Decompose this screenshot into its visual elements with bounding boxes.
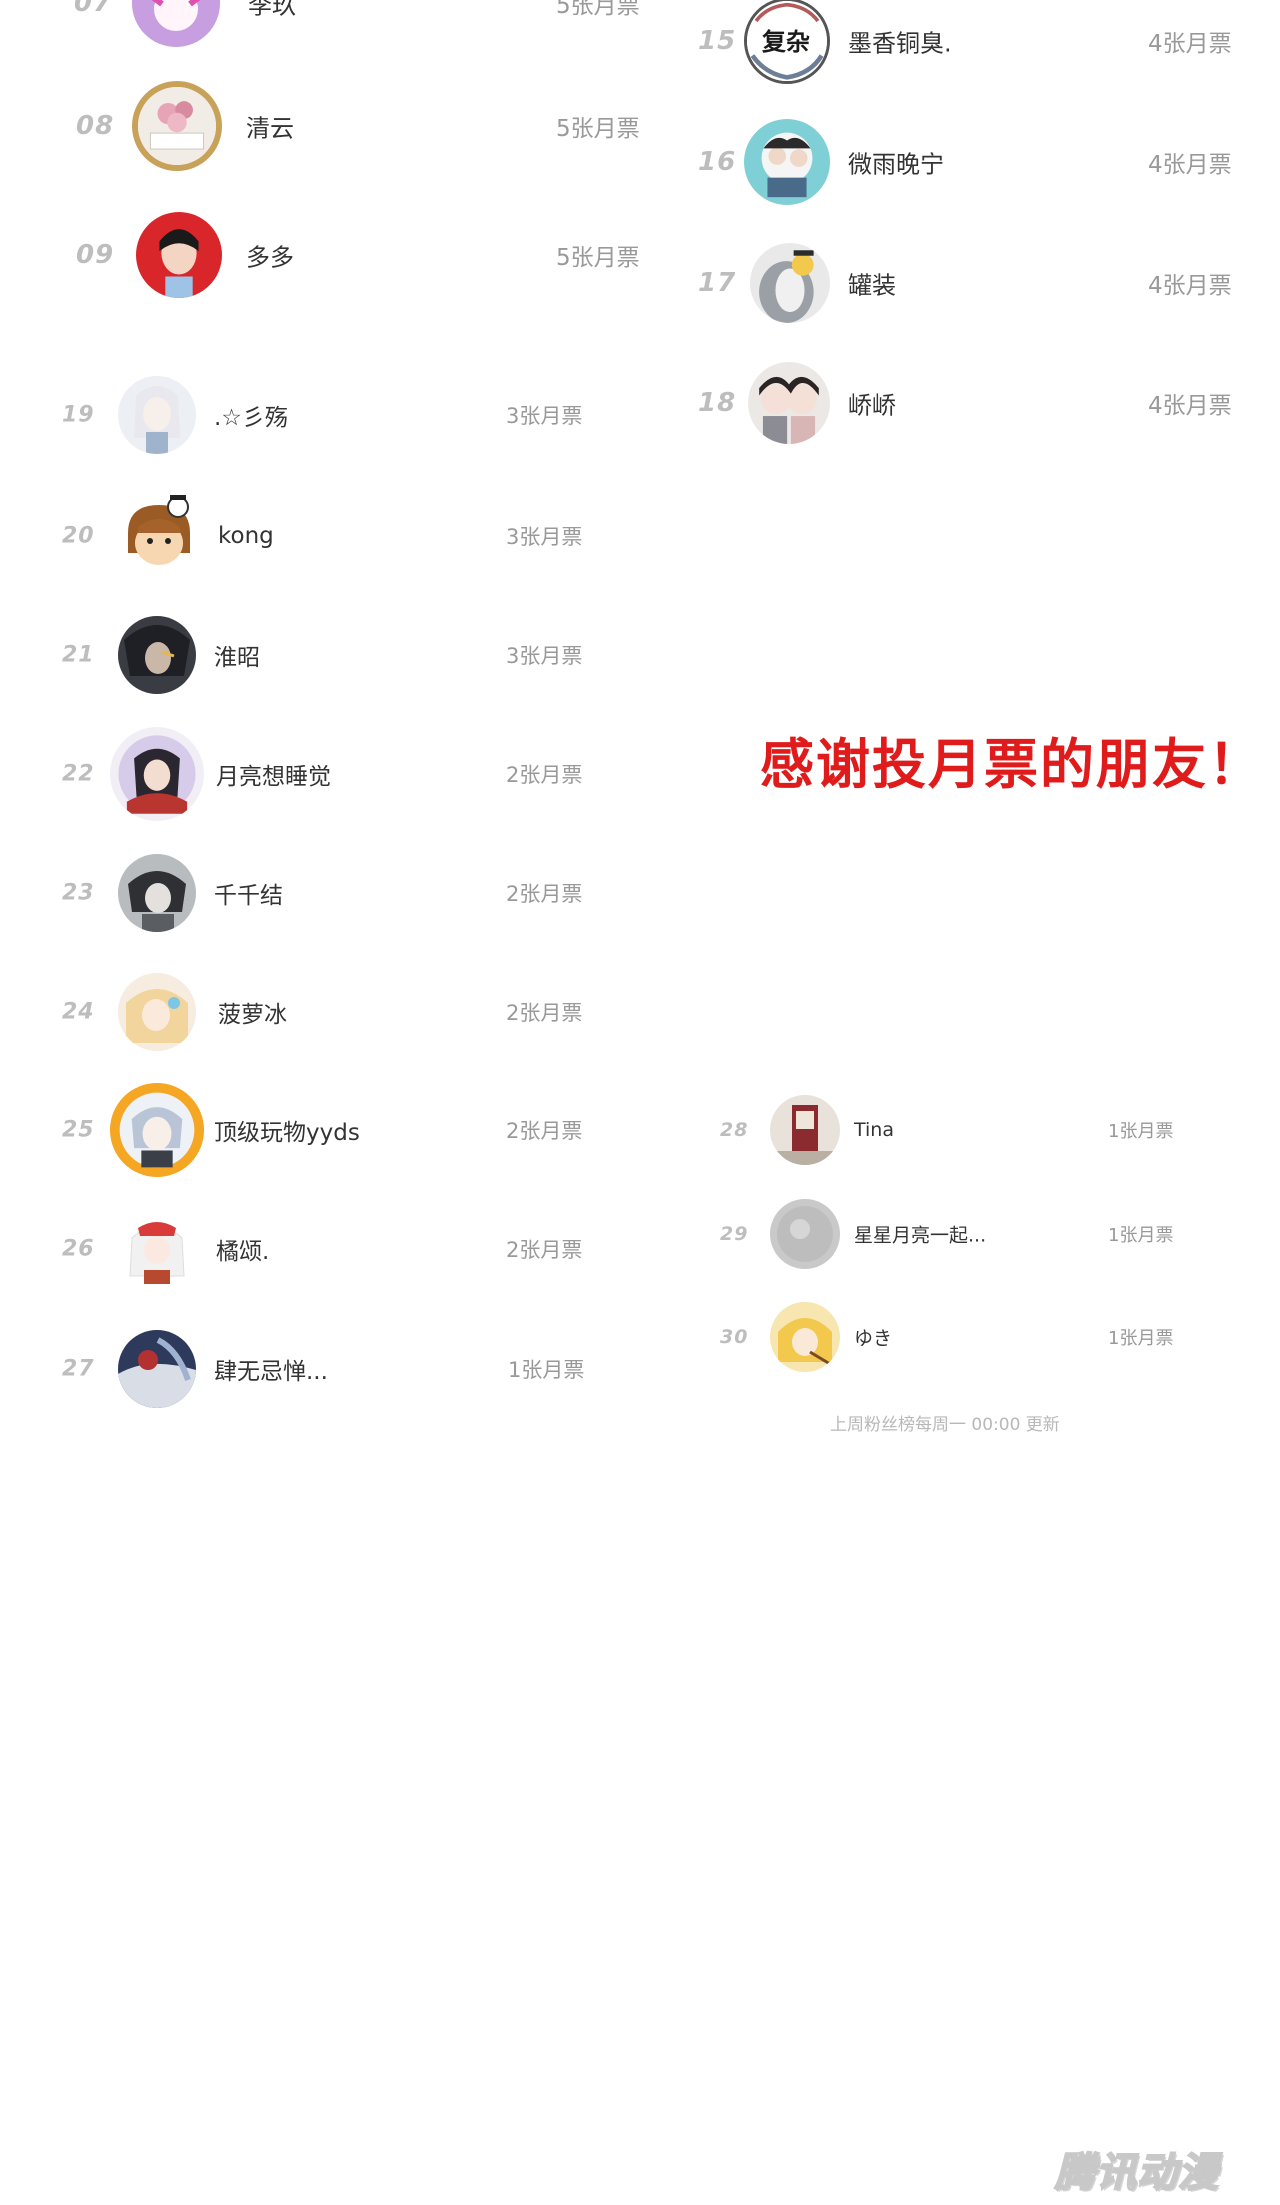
ranking-row[interactable]: 30 ゆき 1张月票: [700, 1292, 1260, 1382]
update-note: 上周粉丝榜每周一 00:00 更新: [830, 1415, 1060, 1435]
vote-count: 2张月票: [506, 1119, 583, 1143]
avatar: [132, 81, 222, 171]
avatar: [770, 1095, 840, 1165]
rank-number: 16: [698, 147, 737, 177]
rank-number: 28: [720, 1119, 749, 1141]
rank-number: 17: [698, 268, 737, 298]
ranking-row[interactable]: 27 肆无忌惮... 1张月票: [0, 1324, 620, 1414]
ranking-row[interactable]: 21 淮昭 3张月票: [0, 610, 620, 700]
ranking-row[interactable]: 28 Tina 1张月票: [700, 1085, 1260, 1175]
ranking-row[interactable]: 19 .☆彡殇 3张月票: [0, 370, 620, 460]
avatar: [118, 854, 196, 932]
fan-name: 菠萝冰: [218, 1002, 287, 1028]
avatar: [744, 119, 830, 205]
avatar: [136, 212, 222, 298]
fan-name: 李玖: [248, 0, 296, 20]
vote-count: 4张月票: [1148, 31, 1232, 57]
vote-count: 2张月票: [506, 882, 583, 906]
avatar-text: 复杂: [762, 26, 810, 56]
fan-name: 月亮想睡觉: [216, 764, 331, 790]
thanks-banner: 感谢投月票的朋友！: [760, 733, 1264, 796]
fan-name: 橘颂.: [216, 1239, 270, 1265]
rank-number: 25: [62, 1117, 95, 1143]
fan-name: 顶级玩物yyds: [214, 1120, 360, 1146]
vote-count: 4张月票: [1148, 152, 1232, 178]
avatar: [118, 1330, 196, 1408]
fan-name: 墨香铜臭.: [848, 29, 952, 58]
avatar: [118, 973, 196, 1051]
avatar: [110, 727, 204, 821]
avatar: [770, 1199, 840, 1269]
ranking-row[interactable]: 29 星星月亮一起... 1张月票: [700, 1189, 1260, 1279]
rank-number: 23: [62, 880, 95, 906]
avatar: [110, 1083, 204, 1177]
rank-number: 09: [76, 240, 115, 270]
ranking-row[interactable]: 20 kong 3张月票: [0, 491, 620, 581]
fan-name: 肆无忌惮...: [214, 1359, 328, 1385]
avatar: [750, 243, 830, 323]
watermark-logo: 腾讯动漫: [1054, 2149, 1219, 2197]
rank-number: 22: [62, 761, 95, 787]
ranking-row[interactable]: 23 千千结 2张月票: [0, 848, 620, 938]
vote-count: 5张月票: [556, 116, 640, 142]
vote-count: 5张月票: [556, 0, 640, 19]
ranking-row[interactable]: 07 李玖 5张月票: [0, 0, 660, 48]
rank-number: 20: [62, 523, 95, 549]
fan-name: .☆彡殇: [214, 405, 288, 431]
avatar: [118, 376, 196, 454]
avatar: [118, 616, 196, 694]
fan-name: ゆき: [854, 1327, 893, 1350]
fan-name: 罐装: [848, 271, 896, 300]
ranking-row[interactable]: 09 多多 5张月票: [0, 210, 660, 300]
rank-number: 27: [62, 1356, 95, 1382]
avatar: [118, 1210, 196, 1288]
vote-count: 3张月票: [506, 404, 583, 428]
avatar: [748, 362, 830, 444]
rank-number: 08: [76, 111, 115, 141]
vote-count: 3张月票: [506, 644, 583, 668]
avatar: [120, 495, 198, 575]
vote-count: 4张月票: [1148, 273, 1232, 299]
vote-count: 2张月票: [506, 763, 583, 787]
rank-number: 07: [74, 0, 113, 18]
vote-count: 1张月票: [1108, 1328, 1174, 1349]
ranking-row[interactable]: 08 清云 5张月票: [0, 81, 660, 171]
vote-count: 1张月票: [508, 1358, 585, 1382]
vote-count: 3张月票: [506, 525, 583, 549]
fan-name: 淮昭: [214, 645, 260, 671]
fan-name: 清云: [246, 114, 294, 143]
rank-number: 24: [62, 999, 95, 1025]
ranking-row[interactable]: 17 罐装 4张月票: [680, 238, 1280, 328]
rank-number: 29: [720, 1223, 749, 1245]
fan-name: 星星月亮一起...: [854, 1224, 987, 1247]
fan-name: 微雨晚宁: [848, 150, 944, 179]
rank-number: 19: [62, 402, 95, 428]
avatar: [132, 0, 220, 47]
avatar: [770, 1302, 840, 1372]
ranking-row[interactable]: 24 菠萝冰 2张月票: [0, 967, 620, 1057]
rank-number: 21: [62, 642, 95, 668]
ranking-row[interactable]: 22 月亮想睡觉 2张月票: [0, 727, 620, 821]
fan-name: 多多: [246, 243, 294, 272]
rank-number: 15: [698, 26, 737, 56]
fan-name: Tina: [854, 1119, 894, 1141]
vote-count: 1张月票: [1108, 1225, 1174, 1246]
vote-count: 4张月票: [1148, 393, 1232, 419]
vote-count: 1张月票: [1108, 1121, 1174, 1142]
fan-name: kong: [218, 523, 274, 549]
fan-name: 千千结: [214, 883, 283, 909]
ranking-row[interactable]: 18 峤峤 4张月票: [680, 358, 1280, 448]
ranking-row[interactable]: 26 橘颂. 2张月票: [0, 1204, 620, 1294]
vote-count: 2张月票: [506, 1001, 583, 1025]
ranking-row[interactable]: 25 顶级玩物yyds 2张月票: [0, 1083, 620, 1177]
ranking-row[interactable]: 16 微雨晚宁 4张月票: [680, 117, 1280, 207]
fan-name: 峤峤: [848, 391, 896, 420]
rank-number: 26: [62, 1236, 95, 1262]
rank-number: 18: [698, 388, 737, 418]
vote-count: 2张月票: [506, 1238, 583, 1262]
rank-number: 30: [720, 1326, 749, 1348]
ranking-row[interactable]: 15 复杂 墨香铜臭. 4张月票: [680, 0, 1280, 86]
vote-count: 5张月票: [556, 245, 640, 271]
